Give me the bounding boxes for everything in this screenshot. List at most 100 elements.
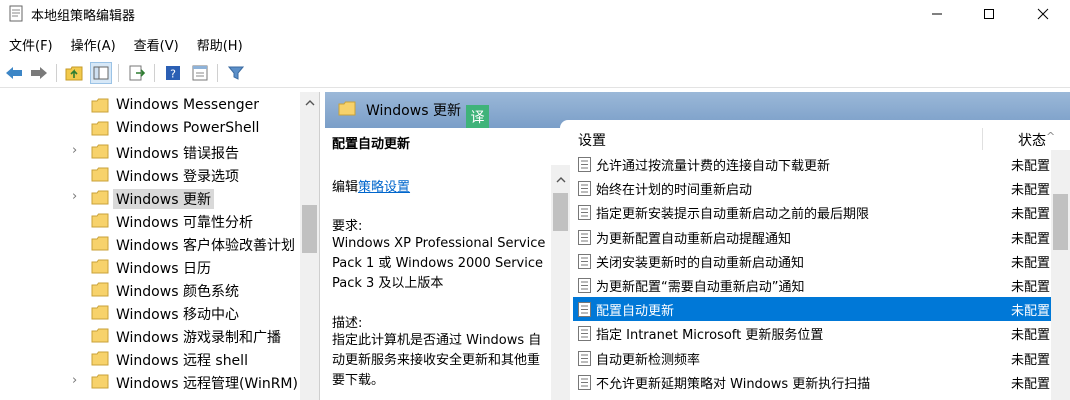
tree-item[interactable]: Windows 移动中心 (0, 301, 300, 324)
tree-item[interactable]: Windows 游戏录制和广播 (0, 324, 300, 347)
setting-state: 未配置 (1011, 280, 1051, 295)
folder-icon (91, 351, 109, 366)
tree-item[interactable]: Windows PowerShell (0, 117, 300, 140)
folder-icon (91, 305, 109, 320)
menu-action[interactable]: 操作(A) (62, 32, 125, 56)
show-hide-tree-icon (93, 66, 109, 80)
folder-icon (91, 144, 109, 159)
filter-button[interactable] (225, 62, 247, 84)
maximize-button[interactable] (966, 0, 1012, 28)
setting-name: 指定更新安装提示自动重新启动之前的最后期限 (596, 207, 870, 223)
list-item[interactable]: 自动更新检测频率 未配置 (573, 346, 1051, 370)
chevron-up-icon (305, 100, 314, 106)
policy-setting-icon (578, 253, 591, 269)
title-bar: 本地组策略编辑器 (0, 0, 1070, 28)
list-item[interactable]: 允许通过按流量计费的连接自动下载更新 未配置 (573, 152, 1051, 176)
description-scroll-up-button[interactable] (551, 171, 570, 189)
folder-icon (91, 259, 109, 274)
forward-icon (31, 67, 47, 79)
chevron-right-icon[interactable]: › (72, 144, 84, 158)
column-header-setting[interactable]: 设置 (578, 130, 606, 150)
setting-name: 为更新配置自动重新启动提醒通知 (596, 231, 792, 247)
back-button[interactable] (3, 62, 25, 84)
tree-item-label: Windows 远程管理(WinRM) (116, 376, 298, 392)
requirements-label: 要求: (332, 219, 363, 234)
folder-icon (91, 328, 109, 343)
policy-setting-icon (578, 350, 591, 366)
export-list-button[interactable] (126, 62, 148, 84)
minimize-button[interactable] (914, 0, 960, 28)
tree-item[interactable]: › Windows 远程管理(WinRM) (0, 370, 300, 393)
setting-state: 未配置 (1011, 159, 1051, 174)
up-folder-button[interactable] (63, 62, 85, 84)
tree-item-label: Windows Messenger (116, 97, 259, 113)
list-item[interactable]: 指定更新安装提示自动重新启动之前的最后期限 未配置 (573, 200, 1051, 224)
tree-item[interactable]: Windows Messenger (0, 94, 300, 117)
list-item[interactable]: 始终在计划的时间重新启动 未配置 (573, 176, 1051, 200)
maximize-icon (984, 9, 994, 19)
folder-icon (91, 167, 109, 182)
tree-item[interactable]: Windows 登录选项 (0, 163, 300, 186)
tree-item-label: Windows 登录选项 (116, 169, 239, 185)
setting-name: 不允许更新延期策略对 Windows 更新执行扫描 (596, 376, 871, 392)
filter-icon (228, 66, 244, 80)
column-header-state[interactable]: 状态 (1018, 130, 1046, 150)
setting-name: 为更新配置“需要自动重新启动”通知 (596, 280, 805, 295)
tree-item[interactable]: Windows 客户体验改善计划 (0, 232, 300, 255)
sort-ascending-icon: ^ (1046, 130, 1056, 143)
list-item[interactable]: 配置自动更新 未配置 (573, 297, 1051, 322)
list-item[interactable]: 为更新配置“需要自动重新启动”通知 未配置 (573, 273, 1051, 297)
policy-setting-icon (578, 229, 591, 245)
description-label: 描述: (332, 316, 363, 331)
list-scrollbar[interactable] (1051, 150, 1070, 400)
folder-icon (91, 282, 109, 297)
description-scroll-thumb[interactable] (553, 193, 568, 231)
menu-file[interactable]: 文件(F) (0, 32, 62, 56)
tree-item[interactable]: Windows 颜色系统 (0, 278, 300, 301)
chevron-right-icon[interactable]: › (72, 190, 84, 204)
setting-name: 指定 Intranet Microsoft 更新服务位置 (596, 328, 824, 344)
chevron-up-icon (556, 177, 565, 183)
group-policy-app-icon (9, 5, 23, 22)
properties-button[interactable] (189, 62, 211, 84)
tree-item[interactable]: › Windows 更新 (0, 186, 300, 209)
list-item[interactable]: 为更新配置自动重新启动提醒通知 未配置 (573, 225, 1051, 249)
setting-state: 未配置 (1011, 352, 1051, 368)
folder-icon (91, 98, 109, 113)
up-folder-icon (65, 66, 83, 81)
folder-title: Windows 更新 (366, 103, 461, 119)
tree-scroll-thumb[interactable] (302, 205, 317, 253)
setting-name: 自动更新检测频率 (596, 352, 701, 368)
list-item[interactable]: 关闭安装更新时的自动重新启动通知 未配置 (573, 249, 1051, 273)
tree-item[interactable]: Windows 远程 shell (0, 347, 300, 370)
chevron-right-icon[interactable]: › (72, 374, 84, 388)
help-button[interactable]: ? (162, 62, 184, 84)
tree-item[interactable]: › Windows 错误报告 (0, 140, 300, 163)
tree-item-label: Windows 远程 shell (116, 353, 248, 369)
list-item[interactable]: 指定 Intranet Microsoft 更新服务位置 未配置 (573, 321, 1051, 345)
tree-item-label: Windows 更新 (113, 189, 214, 209)
folder-icon (91, 374, 109, 389)
show-hide-tree-button[interactable] (90, 62, 112, 84)
menu-help[interactable]: 帮助(H) (188, 32, 252, 56)
setting-state: 未配置 (1011, 376, 1051, 392)
translate-badge[interactable]: 译 (466, 105, 489, 128)
forward-button[interactable] (28, 62, 50, 84)
list-scroll-thumb[interactable] (1053, 194, 1068, 250)
edit-policy-link[interactable]: 策略设置 (358, 180, 410, 195)
tree-item[interactable]: Windows 日历 (0, 255, 300, 278)
menu-bar: 文件(F) 操作(A) 查看(V) 帮助(H) (0, 32, 252, 56)
setting-state: 未配置 (1011, 255, 1051, 271)
list-item[interactable]: 不允许更新延期策略对 Windows 更新执行扫描 未配置 (573, 370, 1051, 394)
list-tab (560, 120, 1070, 130)
folder-icon (91, 121, 109, 136)
tree-item-label: Windows 颜色系统 (116, 284, 239, 300)
policy-setting-icon (578, 157, 591, 172)
policy-setting-icon (578, 302, 591, 318)
close-button[interactable] (1020, 0, 1066, 28)
tree-scroll-up-button[interactable] (300, 94, 319, 112)
column-divider[interactable] (982, 128, 983, 150)
tree-item[interactable]: Windows 可靠性分析 (0, 209, 300, 232)
menu-view[interactable]: 查看(V) (125, 32, 188, 56)
back-icon (6, 67, 22, 79)
